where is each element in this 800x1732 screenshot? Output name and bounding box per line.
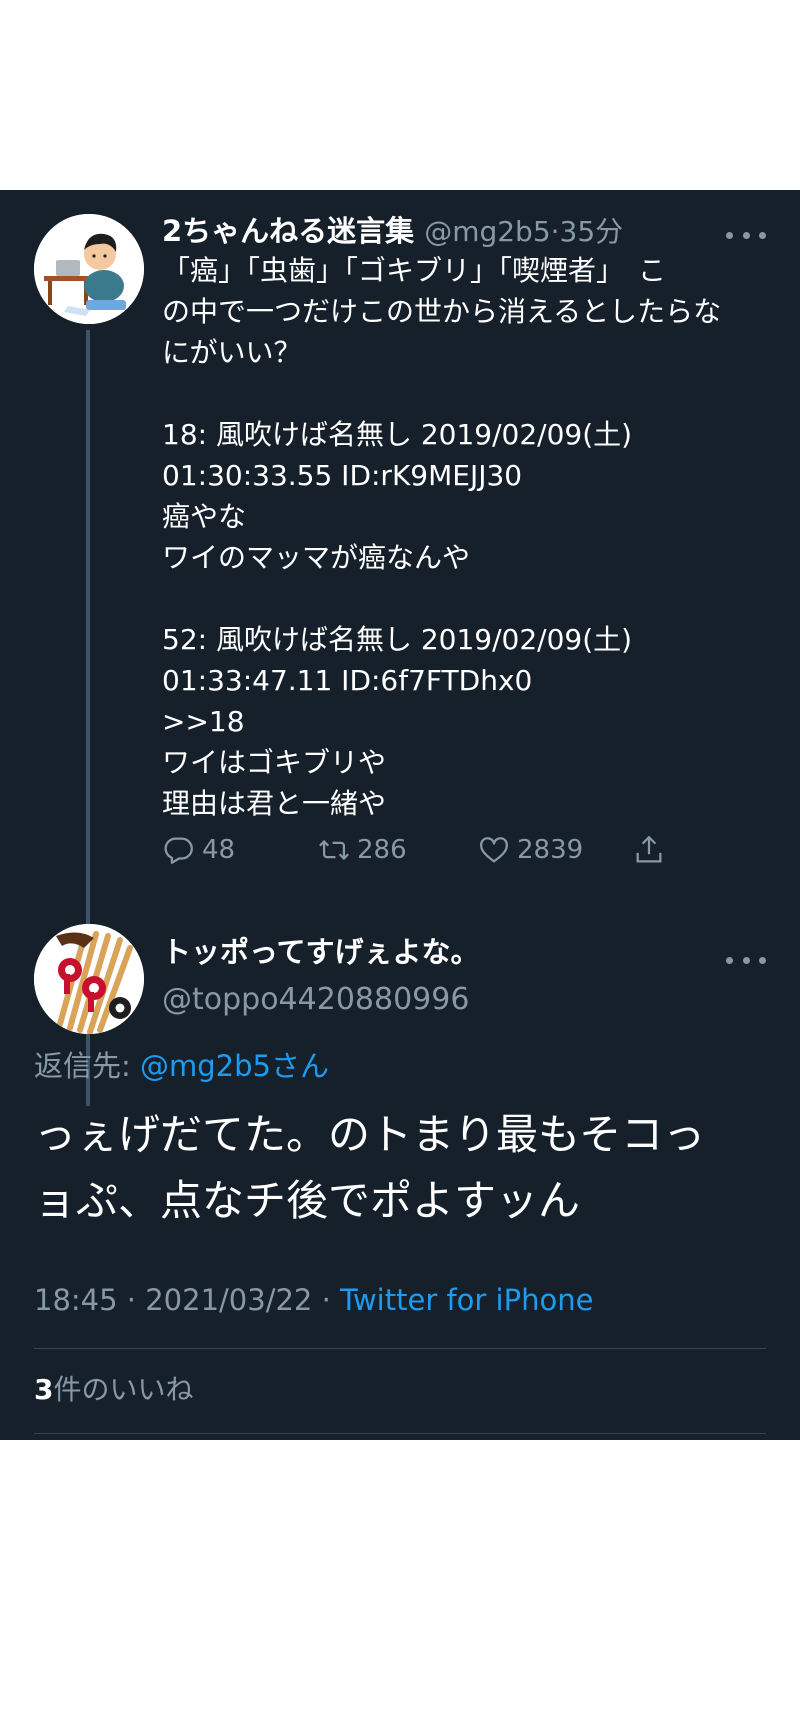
share-icon <box>636 835 662 863</box>
reply-to-mention[interactable]: @mg2b5さん <box>140 1049 329 1083</box>
body-line: 癌やな <box>162 500 247 533</box>
divider <box>34 1348 766 1349</box>
likes-label: 件のいいね <box>53 1373 194 1406</box>
body-line: っぇげだてた。のトまり最もそコっ <box>34 1110 706 1159</box>
parent-header: 2ちゃんねる迷言集 @mg2b5·35分 <box>162 210 770 252</box>
like-button[interactable]: 2839 <box>477 830 583 870</box>
separator: · <box>126 1283 137 1317</box>
parent-action-bar: 48 286 2839 <box>162 830 682 870</box>
body-line: にがいい？ <box>162 336 302 369</box>
tweet-date[interactable]: 2021/03/22 <box>145 1283 312 1317</box>
body-line: 01:30:33.55 ID:rK9MEJJ30 <box>162 459 523 492</box>
body-line: 01:33:47.11 ID:6f7FTDhx0 <box>162 664 533 697</box>
retweet-count: 286 <box>357 835 407 865</box>
reply-button[interactable]: 48 <box>162 830 235 870</box>
body-line: ワイはゴキブリや <box>162 746 387 779</box>
body-line <box>162 373 762 414</box>
avatar-toppo <box>34 924 144 1034</box>
reply-count: 48 <box>202 835 236 865</box>
likes-summary[interactable]: 3件のいいね <box>34 1370 194 1410</box>
like-count: 2839 <box>517 835 584 865</box>
more-icon[interactable] <box>726 945 766 975</box>
retweet-icon <box>319 839 349 861</box>
body-line <box>162 578 762 619</box>
tweet-meta: 18:45 · 2021/03/22 · Twitter for iPhone <box>34 1280 593 1320</box>
share-button[interactable] <box>632 830 672 870</box>
parent-display-name[interactable]: 2ちゃんねる迷言集 <box>162 214 414 248</box>
body-line: 52: 風吹けば名無し 2019/02/09(土) <box>162 623 633 656</box>
tweet-thread: 2ちゃんねる迷言集 @mg2b5·35分 「癌」「虫歯」「ゴキブリ」「喫煙者」 こ… <box>0 190 800 1440</box>
divider <box>34 1433 766 1434</box>
body-line: ョぷ、点なチ後でポよすッん <box>34 1176 581 1225</box>
retweet-button[interactable]: 286 <box>317 830 407 870</box>
body-line: 18: 風吹けば名無し 2019/02/09(土) <box>162 418 633 451</box>
separator: · <box>550 215 560 248</box>
parent-handle[interactable]: @mg2b5 <box>424 215 550 248</box>
reply-to-label: 返信先: <box>34 1049 140 1083</box>
tweet-source-link[interactable]: Twitter for iPhone <box>340 1283 593 1317</box>
like-icon <box>480 837 508 863</box>
body-line: 「癌」「虫歯」「ゴキブリ」「喫煙者」 こ <box>162 254 667 287</box>
body-line: >>18 <box>162 705 245 738</box>
body-line: の中で一つだけこの世から消えるとしたらな <box>162 295 722 328</box>
body-line: ワイのマッマが癌なんや <box>162 541 471 574</box>
separator: · <box>321 1283 331 1317</box>
tweet-time[interactable]: 18:45 <box>34 1283 118 1317</box>
parent-time[interactable]: 35分 <box>560 215 624 248</box>
reply-to-line: 返信先: @mg2b5さん <box>34 1046 329 1086</box>
avatar-illustration <box>34 214 144 324</box>
body-line: 理由は君と一緒や <box>162 787 387 820</box>
reply-handle[interactable]: @toppo4420880996 <box>162 980 469 1020</box>
reply-display-name[interactable]: トッポってすげぇよな。 <box>162 932 480 972</box>
likes-count: 3 <box>34 1373 54 1406</box>
parent-avatar[interactable] <box>34 214 144 324</box>
parent-tweet-body: 「癌」「虫歯」「ゴキブリ」「喫煙者」 こ の中で一つだけこの世から消えるとしたら… <box>162 250 762 824</box>
reply-icon <box>164 837 193 864</box>
reply-avatar[interactable] <box>34 924 144 1034</box>
reply-tweet-body: っぇげだてた。のトまり最もそコっ ョぷ、点なチ後でポよすッん <box>34 1102 774 1234</box>
more-icon[interactable] <box>726 220 766 250</box>
